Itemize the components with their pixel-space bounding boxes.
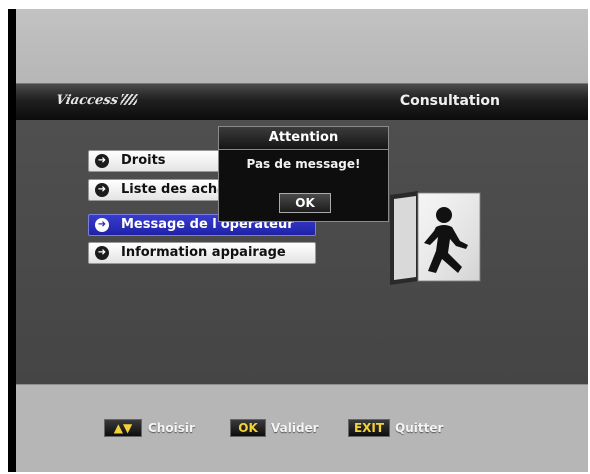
choose-hint: Choisir bbox=[148, 421, 195, 435]
page-title: Consultation bbox=[399, 93, 500, 109]
validate-hint: Valider bbox=[271, 421, 319, 435]
logo-text: Viaccess bbox=[54, 93, 120, 108]
stb-menu-screen: Viaccess Consultation ➜ Droits ➜ Liste d… bbox=[16, 9, 588, 472]
menu-item-label: Droits bbox=[121, 153, 166, 168]
attention-dialog: Attention Pas de message! OK bbox=[218, 126, 389, 222]
footer-bar: ▲▼ Choisir OK Valider EXIT Quitter bbox=[16, 384, 588, 472]
ok-button[interactable]: OK bbox=[279, 193, 331, 213]
arrow-right-circle-icon: ➜ bbox=[95, 183, 109, 197]
dialog-title: Attention bbox=[219, 127, 388, 150]
top-band bbox=[16, 9, 588, 83]
exit-door-person-icon bbox=[378, 191, 490, 285]
arrow-right-circle-icon: ➜ bbox=[95, 246, 109, 260]
header-bar: Viaccess Consultation bbox=[16, 83, 588, 121]
up-down-arrows-key: ▲▼ bbox=[104, 419, 142, 437]
ok-key: OK bbox=[230, 419, 266, 437]
dialog-message: Pas de message! bbox=[246, 157, 361, 171]
quit-hint: Quitter bbox=[395, 421, 444, 435]
brand-logo: Viaccess bbox=[55, 93, 139, 108]
exit-key: EXIT bbox=[348, 419, 390, 437]
menu-item-information-appairage[interactable]: ➜ Information appairage bbox=[88, 242, 316, 264]
logo-mark-icon bbox=[120, 94, 139, 105]
menu-item-label: Information appairage bbox=[121, 245, 286, 260]
arrow-right-circle-icon: ➜ bbox=[95, 154, 109, 168]
tv-screen: Viaccess Consultation ➜ Droits ➜ Liste d… bbox=[8, 9, 588, 472]
arrow-right-circle-icon: ➜ bbox=[95, 218, 109, 232]
